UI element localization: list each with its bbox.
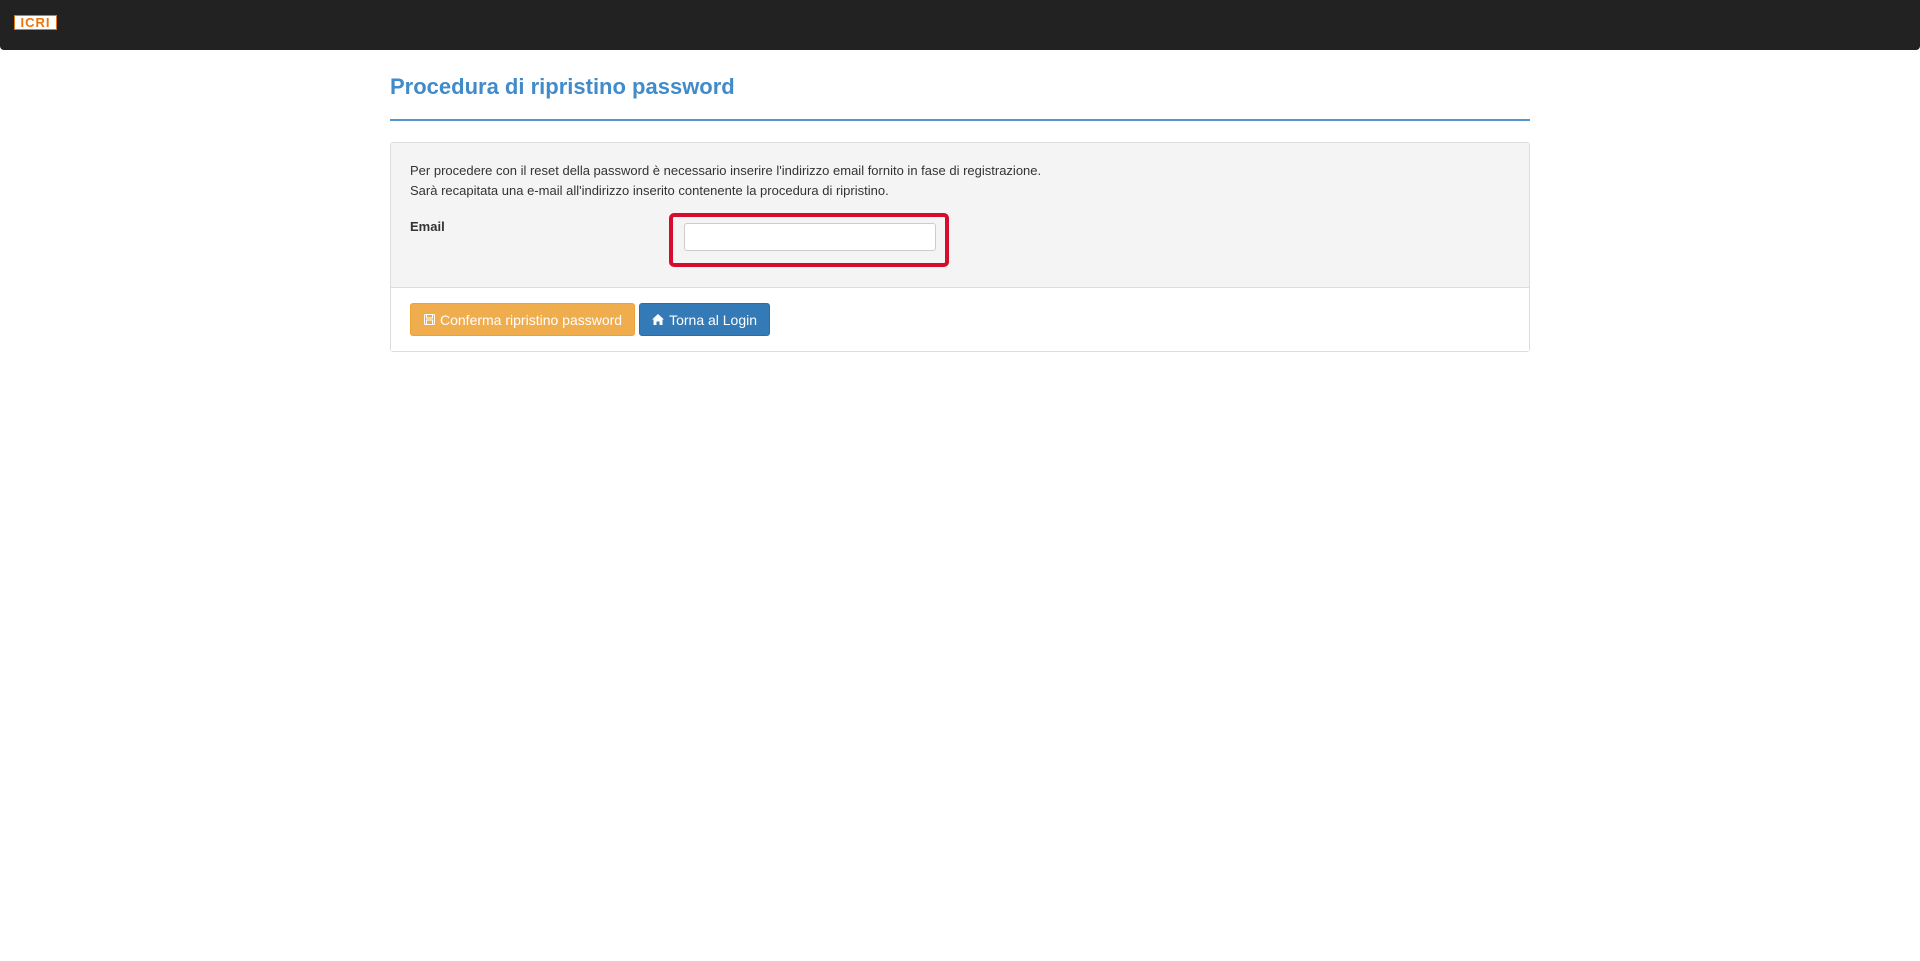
top-navbar: ICRI <box>0 0 1920 50</box>
back-to-login-label: Torna al Login <box>669 311 758 328</box>
intro-line-1: Per procedere con il reset della passwor… <box>410 163 1042 178</box>
main-container: Procedura di ripristino password Per pro… <box>390 50 1530 352</box>
email-form-row: Email <box>410 211 1510 273</box>
reset-panel: Per procedere con il reset della passwor… <box>390 142 1530 352</box>
email-field[interactable] <box>684 223 936 251</box>
confirm-reset-button[interactable]: Conferma ripristino password <box>410 303 636 336</box>
intro-text: Per procedere con il reset della passwor… <box>410 161 1510 201</box>
floppy-disk-icon <box>423 314 435 326</box>
email-label: Email <box>410 219 445 234</box>
page-title: Procedura di ripristino password <box>390 74 735 99</box>
title-divider <box>390 119 1530 121</box>
panel-body: Per procedere con il reset della passwor… <box>391 143 1529 288</box>
confirm-reset-label: Conferma ripristino password <box>440 311 623 328</box>
home-icon <box>652 314 665 326</box>
back-to-login-button[interactable]: Torna al Login <box>639 303 771 336</box>
panel-footer: Conferma ripristino password Torna al Lo… <box>391 288 1529 351</box>
icri-logo[interactable]: ICRI <box>14 15 57 30</box>
intro-line-2: Sarà recapitata una e-mail all'indirizzo… <box>410 183 889 198</box>
